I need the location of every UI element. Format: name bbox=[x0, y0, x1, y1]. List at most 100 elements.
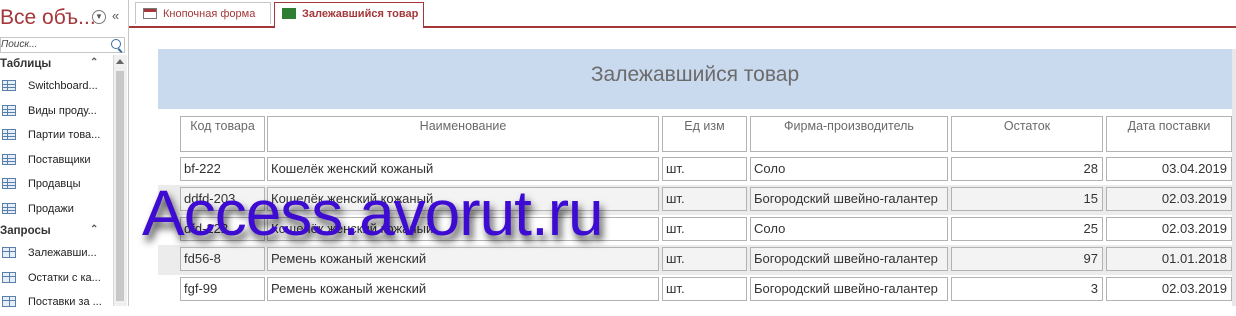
nav-table-item[interactable]: Продавцы bbox=[0, 173, 112, 198]
cell-delivery-date[interactable]: 02.03.2019 bbox=[1106, 187, 1232, 211]
cell-code[interactable]: fgf-99 bbox=[180, 277, 265, 301]
cell-manufacturer[interactable]: Богородский швейно-галантер bbox=[750, 187, 948, 211]
record-selector[interactable] bbox=[159, 217, 173, 241]
tab-switchboard[interactable]: Кнопочная форма bbox=[135, 2, 271, 24]
cell-unit[interactable]: шт. bbox=[662, 247, 747, 271]
cell-manufacturer[interactable]: Богородский швейно-галантер bbox=[750, 247, 948, 271]
nav-query-item[interactable]: Залежавши... bbox=[0, 242, 112, 267]
record-row: ddfd-203 Кошелёк женский кожаный шт. Богоро… bbox=[158, 185, 1232, 215]
nav-title[interactable]: Все объ... bbox=[0, 6, 96, 30]
nav-item-label: Поставки за ... bbox=[28, 296, 102, 308]
cell-stock[interactable]: 28 bbox=[951, 157, 1103, 181]
tab-label: Залежавшийся товар bbox=[302, 8, 419, 20]
column-header-stock: Остаток bbox=[951, 116, 1103, 152]
nav-header: Все объ... ▼ « bbox=[0, 0, 128, 36]
table-icon bbox=[2, 80, 16, 91]
cell-unit[interactable]: шт. bbox=[662, 277, 747, 301]
nav-item-label: Партии това... bbox=[28, 129, 101, 141]
table-icon bbox=[2, 104, 16, 116]
nav-group-label: Таблицы bbox=[0, 58, 52, 70]
cell-stock[interactable]: 3 bbox=[951, 277, 1103, 301]
cell-name[interactable]: Кошелёк женский кожаный bbox=[267, 217, 659, 241]
scroll-up-icon[interactable] bbox=[116, 59, 124, 64]
record-row: fgf-99 Ремень кожаный женский шт. Богородск… bbox=[158, 275, 1232, 305]
form-scrollbar[interactable] bbox=[1232, 49, 1236, 306]
nav-group-header[interactable]: Запросы ⌃ bbox=[0, 222, 112, 242]
cell-stock[interactable]: 25 bbox=[951, 217, 1103, 241]
report-icon bbox=[282, 8, 296, 19]
cell-code[interactable]: ddfd-203 bbox=[180, 187, 265, 211]
cell-delivery-date[interactable]: 01.01.2018 bbox=[1106, 247, 1232, 271]
cell-name[interactable]: Ремень кожаный женский bbox=[267, 277, 659, 301]
nav-table-item[interactable]: Виды проду... bbox=[0, 100, 112, 125]
record-selector[interactable] bbox=[159, 157, 173, 181]
record-row: dfd-222 Кошелёк женский кожаный шт. Соло 25 0… bbox=[158, 215, 1232, 245]
nav-table-item[interactable]: Поставщики bbox=[0, 149, 112, 174]
navigation-pane: Все объ... ▼ « Поиск... Таблицы ⌃ Switchbo… bbox=[0, 0, 129, 308]
nav-item-label: Продажи bbox=[28, 202, 74, 215]
nav-item-label: Залежавши... bbox=[28, 247, 97, 259]
record-selector[interactable] bbox=[159, 277, 173, 301]
cell-name[interactable]: Кошелёк женский кожаный bbox=[267, 157, 659, 181]
nav-table-item[interactable]: Switchboard... bbox=[0, 75, 112, 100]
query-icon bbox=[2, 247, 16, 258]
column-header-name: Наименование bbox=[267, 116, 659, 152]
nav-table-item[interactable]: Продажи bbox=[0, 198, 112, 223]
cell-unit[interactable]: шт. bbox=[662, 187, 747, 211]
cell-name[interactable]: Ремень кожаный женский bbox=[267, 247, 659, 271]
column-header-code: Код товара bbox=[180, 116, 265, 152]
cell-name[interactable]: Кошелёк женский кожаный bbox=[267, 187, 659, 211]
nav-scrollbar[interactable] bbox=[113, 55, 127, 306]
chevron-up-icon[interactable]: ⌃ bbox=[90, 57, 98, 68]
cell-unit[interactable]: шт. bbox=[662, 157, 747, 181]
collapse-pane-icon[interactable]: « bbox=[112, 8, 119, 23]
nav-table-item[interactable]: Партии това... bbox=[0, 124, 112, 149]
column-header-unit: Ед изм bbox=[662, 116, 747, 152]
table-icon bbox=[2, 129, 16, 140]
record-selector[interactable] bbox=[159, 247, 173, 271]
scroll-thumb[interactable] bbox=[116, 71, 124, 301]
query-icon bbox=[2, 271, 16, 283]
cell-code[interactable]: dfd-222 bbox=[180, 217, 265, 241]
nav-item-label: Продавцы bbox=[28, 178, 81, 190]
nav-group-header[interactable]: Таблицы ⌃ bbox=[0, 55, 112, 75]
column-header-delivery-date: Дата поставки bbox=[1106, 116, 1232, 152]
nav-item-label: Поставщики bbox=[28, 153, 91, 166]
table-icon bbox=[2, 178, 16, 189]
record-row: fd56-8 Ремень кожаный женский шт. Богородск… bbox=[158, 245, 1232, 275]
record-selector[interactable] bbox=[159, 187, 173, 211]
form-header: Залежавшийся товар bbox=[158, 49, 1232, 109]
table-icon bbox=[2, 153, 16, 165]
form-title: Залежавшийся товар bbox=[590, 63, 800, 86]
form-icon bbox=[143, 8, 157, 19]
cell-delivery-date[interactable]: 02.03.2019 bbox=[1106, 277, 1232, 301]
search-icon[interactable] bbox=[111, 39, 121, 49]
nav-object-list: Таблицы ⌃ Switchboard... Виды проду... Парти… bbox=[0, 55, 112, 316]
tab-stale-goods[interactable]: Залежавшийся товар bbox=[274, 2, 424, 28]
chevron-up-icon[interactable]: ⌃ bbox=[90, 224, 98, 235]
cell-manufacturer[interactable]: Богородский швейно-галантер bbox=[750, 277, 948, 301]
column-header-manufacturer: Фирма-производитель bbox=[750, 116, 948, 152]
cell-manufacturer[interactable]: Соло bbox=[750, 157, 948, 181]
record-row: bf-222 Кошелёк женский кожаный шт. Соло 28 03… bbox=[158, 155, 1232, 185]
document-tab-bar: Кнопочная форма Залежавшийся товар bbox=[129, 0, 1236, 28]
cell-code[interactable]: bf-222 bbox=[180, 157, 265, 181]
search-placeholder: Поиск... bbox=[1, 39, 38, 50]
search-input[interactable]: Поиск... bbox=[0, 37, 125, 53]
nav-query-item[interactable]: Поставки за ... bbox=[0, 291, 112, 316]
cell-manufacturer[interactable]: Соло bbox=[750, 217, 948, 241]
tab-label: Кнопочная форма bbox=[163, 8, 256, 20]
query-icon bbox=[2, 296, 16, 307]
cell-unit[interactable]: шт. bbox=[662, 217, 747, 241]
chevron-down-icon[interactable]: ▼ bbox=[92, 10, 106, 24]
cell-stock[interactable]: 97 bbox=[951, 247, 1103, 271]
table-icon bbox=[2, 202, 16, 214]
nav-group-label: Запросы bbox=[0, 225, 51, 237]
cell-code[interactable]: fd56-8 bbox=[180, 247, 265, 271]
cell-delivery-date[interactable]: 03.04.2019 bbox=[1106, 157, 1232, 181]
nav-item-label: Switchboard... bbox=[28, 80, 98, 92]
nav-item-label: Виды проду... bbox=[28, 104, 97, 117]
cell-delivery-date[interactable]: 02.03.2019 bbox=[1106, 217, 1232, 241]
nav-query-item[interactable]: Остатки с ка... bbox=[0, 267, 112, 292]
cell-stock[interactable]: 15 bbox=[951, 187, 1103, 211]
